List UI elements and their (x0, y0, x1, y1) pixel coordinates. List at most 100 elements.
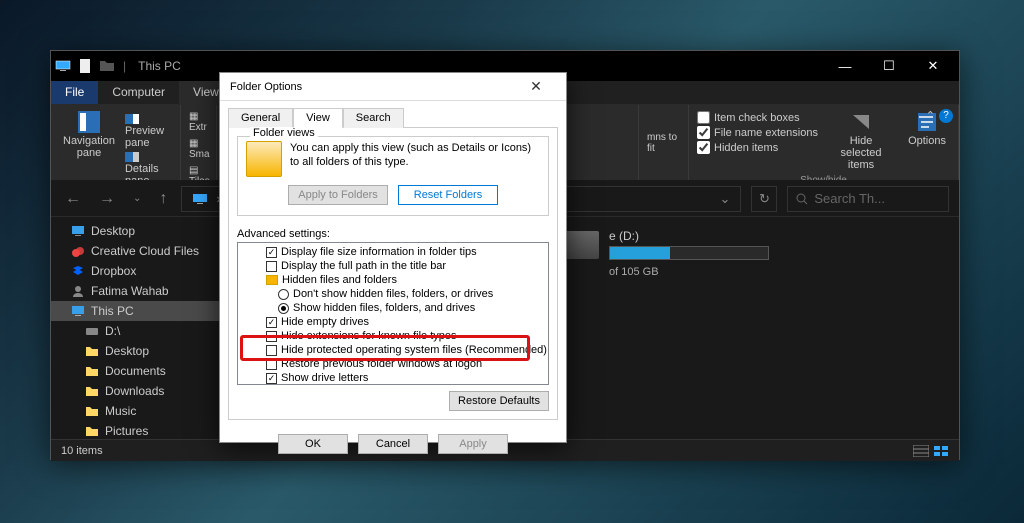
dialog-tabs: General View Search (220, 101, 566, 127)
tree-item[interactable]: D:\ (51, 321, 220, 341)
checkbox-icon (266, 359, 277, 370)
tree-item[interactable]: Documents (51, 361, 220, 381)
folder-views-text: You can apply this view (such as Details… (290, 141, 540, 177)
tree-item[interactable]: Desktop (51, 221, 220, 241)
cancel-button[interactable]: Cancel (358, 434, 428, 454)
drive-free-text: of 105 GB (609, 266, 947, 278)
advanced-setting-row[interactable]: Hide extensions for known file types (238, 329, 548, 343)
navigation-pane-icon (78, 111, 100, 133)
folder-icon (85, 364, 99, 378)
hidden-items-toggle[interactable]: Hidden items (697, 141, 818, 154)
item-checkboxes-toggle[interactable]: Item check boxes (697, 111, 818, 124)
reset-folders-button[interactable]: Reset Folders (398, 185, 498, 205)
tab-general[interactable]: General (228, 108, 293, 128)
size-columns-fit[interactable]: mns to fit (647, 132, 680, 154)
help-icon[interactable]: ? (939, 109, 953, 123)
drive-icon (563, 231, 599, 259)
advanced-setting-row[interactable]: Don't show hidden files, folders, or dri… (238, 287, 548, 301)
tab-search[interactable]: Search (343, 108, 404, 128)
drive-usage-bar (609, 246, 769, 260)
recent-dropdown[interactable]: ⌄ (129, 193, 145, 204)
folder-icon (99, 58, 115, 74)
navigation-tree[interactable]: DesktopCreative Cloud FilesDropboxFatima… (51, 217, 221, 439)
maximize-button[interactable]: ☐ (867, 51, 911, 81)
tab-file[interactable]: File (51, 81, 98, 104)
layout-extra[interactable]: ▦ Extr (189, 111, 210, 133)
hide-selected-icon (850, 111, 872, 133)
folder-icon (85, 404, 99, 418)
layout-small[interactable]: ▦ Sma (189, 138, 210, 160)
showhide-group-label: Show/hide (697, 173, 950, 181)
status-item-count: 10 items (61, 445, 103, 457)
layout-tiles[interactable]: ▤ Tiles (189, 165, 210, 181)
folder-views-group: Folder views You can apply this view (su… (237, 136, 549, 216)
ok-button[interactable]: OK (278, 434, 348, 454)
pc-icon (55, 58, 71, 74)
search-field[interactable]: Search Th... (787, 186, 949, 212)
folder-icon (85, 344, 99, 358)
tree-item[interactable]: Pictures (51, 421, 220, 439)
dropbox-icon (71, 264, 85, 278)
apply-button[interactable]: Apply (438, 434, 508, 454)
details-view-icon[interactable] (913, 445, 929, 457)
dialog-body: Folder views You can apply this view (su… (228, 127, 558, 420)
up-button[interactable]: ↑ (155, 190, 171, 208)
folder-icon (266, 275, 278, 285)
tab-computer[interactable]: Computer (98, 81, 179, 104)
hide-selected-button[interactable]: Hide selecteditems (824, 109, 898, 173)
dialog-titlebar[interactable]: Folder Options ✕ (220, 73, 566, 101)
refresh-button[interactable]: ↻ (751, 186, 777, 212)
folder-options-dialog: Folder Options ✕ General View Search Fol… (219, 72, 567, 443)
search-icon (796, 193, 808, 205)
close-button[interactable]: ✕ (911, 51, 955, 81)
advanced-setting-row[interactable]: Show hidden files, folders, and drives (238, 301, 548, 315)
tree-item[interactable]: Dropbox (51, 261, 220, 281)
advanced-setting-row[interactable]: Restore previous folder windows at logon (238, 357, 548, 371)
advanced-setting-row[interactable]: ✓Show drive letters (238, 371, 548, 385)
user-icon (71, 284, 85, 298)
collapse-ribbon-icon[interactable]: ⌃ (926, 109, 935, 123)
pc-icon (192, 191, 208, 207)
restore-defaults-button[interactable]: Restore Defaults (449, 391, 549, 411)
drive-name: e (D:) (609, 229, 769, 243)
drive-item[interactable]: e (D:) (563, 229, 947, 260)
tree-item[interactable]: Downloads (51, 381, 220, 401)
tree-item[interactable]: This PC (51, 301, 220, 321)
dialog-title: Folder Options (230, 81, 302, 93)
tab-view[interactable]: View (293, 108, 343, 128)
advanced-setting-row[interactable]: Display the full path in the title bar (238, 259, 548, 273)
minimize-button[interactable]: — (823, 51, 867, 81)
window-title: This PC (138, 59, 181, 73)
apply-to-folders-button[interactable]: Apply to Folders (288, 185, 388, 205)
preview-pane-button[interactable]: Preview pane (125, 113, 172, 149)
pc-icon (71, 304, 85, 318)
tree-item[interactable]: Creative Cloud Files (51, 241, 220, 261)
radio-icon (278, 289, 289, 300)
advanced-setting-row[interactable]: Hidden files and folders (238, 273, 548, 287)
radio-icon (278, 303, 289, 314)
advanced-setting-row[interactable]: ✓Hide empty drives (238, 315, 548, 329)
tree-item[interactable]: Desktop (51, 341, 220, 361)
tree-item[interactable]: Fatima Wahab (51, 281, 220, 301)
desktop-icon (71, 224, 85, 238)
advanced-settings-list[interactable]: ✓Display file size information in folder… (237, 242, 549, 385)
advanced-settings-label: Advanced settings: (237, 228, 549, 240)
details-pane-button[interactable]: Details pane (125, 151, 172, 181)
checkbox-icon (266, 331, 277, 342)
drive-icon (85, 324, 99, 338)
forward-button[interactable]: → (95, 190, 119, 208)
advanced-setting-row[interactable]: ✓Display file size information in folder… (238, 245, 548, 259)
tree-item[interactable]: Music (51, 401, 220, 421)
preview-pane-icon (125, 114, 139, 124)
details-pane-icon (125, 152, 139, 162)
back-button[interactable]: ← (61, 190, 85, 208)
dialog-footer: OK Cancel Apply (220, 428, 566, 460)
navigation-pane-button[interactable]: Navigationpane (59, 109, 119, 161)
checkbox-icon (266, 345, 277, 356)
dialog-close-button[interactable]: ✕ (516, 78, 556, 95)
folder-icon (85, 424, 99, 438)
address-dropdown-icon[interactable]: ⌄ (719, 191, 730, 207)
advanced-setting-row[interactable]: Hide protected operating system files (R… (238, 343, 548, 357)
file-extensions-toggle[interactable]: File name extensions (697, 126, 818, 139)
large-icons-view-icon[interactable] (933, 445, 949, 457)
